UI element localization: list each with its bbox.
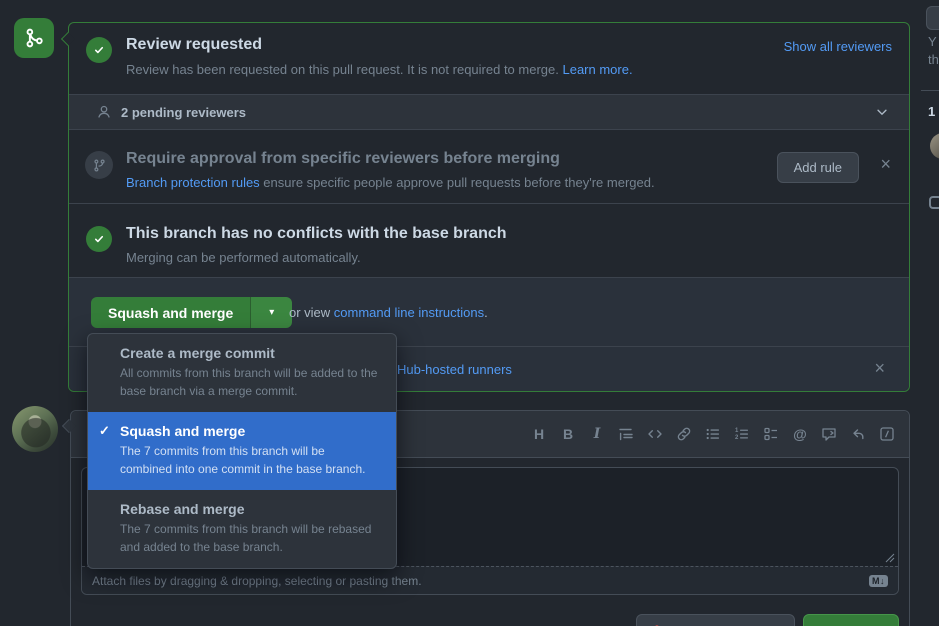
attach-files-row[interactable]: Attach files by dragging & dropping, sel… <box>82 566 898 594</box>
link-icon[interactable] <box>675 425 693 443</box>
mention-icon[interactable]: @ <box>791 425 809 443</box>
bold-icon[interactable]: B <box>559 425 577 443</box>
menu-item-description: The 7 commits from this branch will be r… <box>120 520 380 556</box>
menu-item-squash-and-merge[interactable]: ✓ Squash and merge The 7 commits from th… <box>88 412 396 490</box>
sidebar-fragment-count: 1 <box>928 104 935 119</box>
hosted-runners-link[interactable]: Hub-hosted runners <box>397 362 512 377</box>
check-icon: ✓ <box>99 423 110 439</box>
protection-title: Require approval from specific reviewers… <box>126 150 560 168</box>
caret-down-icon: ▾ <box>269 307 274 318</box>
comment-actions: Close pull request Comment <box>636 614 899 626</box>
menu-item-rebase-and-merge[interactable]: Rebase and merge The 7 commits from this… <box>88 490 396 568</box>
resize-handle[interactable] <box>885 553 895 563</box>
user-avatar[interactable] <box>12 406 58 452</box>
sidebar-divider <box>921 90 939 91</box>
command-line-hint: or view command line instructions. <box>289 305 488 320</box>
review-requested-title: Review requested <box>126 36 262 54</box>
heading-icon[interactable]: H <box>530 425 548 443</box>
command-line-instructions-link[interactable]: command line instructions <box>334 305 484 320</box>
review-requested-section: Review requested Review has been request… <box>69 23 909 94</box>
chevron-down-icon <box>875 105 889 119</box>
svg-text:2: 2 <box>735 435 739 441</box>
ordered-list-icon[interactable]: 12 <box>733 425 751 443</box>
sidebar-fragment-text-1: Y <box>928 34 937 49</box>
menu-item-title: Squash and merge <box>120 422 380 440</box>
sidebar-fragment-button[interactable] <box>926 6 939 30</box>
task-list-icon[interactable] <box>762 425 780 443</box>
slash-command-icon[interactable] <box>878 425 896 443</box>
code-icon[interactable] <box>646 425 664 443</box>
merge-split-button: Squash and merge ▾ <box>91 297 292 328</box>
markdown-supported-icon[interactable]: M↓ <box>869 575 888 587</box>
branch-protection-rules-link[interactable]: Branch protection rules <box>126 175 260 190</box>
protection-description-text: ensure specific people approve pull requ… <box>260 175 655 190</box>
attach-files-hint: Attach files by dragging & dropping, sel… <box>92 574 422 588</box>
squash-and-merge-button[interactable]: Squash and merge <box>91 297 250 328</box>
italic-icon[interactable]: I <box>588 425 606 443</box>
close-pull-request-button[interactable]: Close pull request <box>636 614 795 626</box>
or-view-text: or view <box>289 305 334 320</box>
unordered-list-icon[interactable] <box>704 425 722 443</box>
review-requested-description: Review has been requested on this pull r… <box>126 62 633 77</box>
pending-reviewers-label: 2 pending reviewers <box>121 105 246 120</box>
comment-button[interactable]: Comment <box>803 614 899 626</box>
menu-item-title: Create a merge commit <box>120 344 380 362</box>
merge-method-dropdown: Create a merge commit All commits from t… <box>87 333 397 569</box>
no-conflicts-title: This branch has no conflicts with the ba… <box>126 225 507 243</box>
review-description-text: Review has been requested on this pull r… <box>126 62 562 77</box>
period-text: . <box>484 305 488 320</box>
cross-reference-icon[interactable] <box>820 425 838 443</box>
person-icon <box>96 104 112 120</box>
sidebar-fragment-avatar[interactable] <box>930 133 939 159</box>
add-rule-button[interactable]: Add rule <box>777 152 859 183</box>
no-conflicts-section: This branch has no conflicts with the ba… <box>69 203 909 277</box>
learn-more-link[interactable]: Learn more. <box>562 62 632 77</box>
menu-item-title: Rebase and merge <box>120 500 380 518</box>
dismiss-runners-icon[interactable]: × <box>874 361 885 375</box>
reply-icon[interactable] <box>849 425 867 443</box>
pull-request-page: Review requested Review has been request… <box>0 0 939 626</box>
merge-options-caret-button[interactable]: ▾ <box>250 297 292 328</box>
git-branch-icon <box>85 151 113 179</box>
pending-reviewers-row[interactable]: 2 pending reviewers <box>69 94 909 130</box>
dismiss-protection-icon[interactable]: × <box>880 157 891 171</box>
check-circle-icon <box>86 37 112 63</box>
check-circle-icon <box>86 226 112 252</box>
protection-description: Branch protection rules ensure specific … <box>126 175 655 190</box>
menu-item-description: The 7 commits from this branch will be c… <box>120 442 380 478</box>
quote-icon[interactable] <box>617 425 635 443</box>
show-all-reviewers-link[interactable]: Show all reviewers <box>784 39 892 54</box>
no-conflicts-description: Merging can be performed automatically. <box>126 250 361 265</box>
git-merge-icon <box>14 18 54 58</box>
sidebar-fragment-icon <box>929 196 939 209</box>
menu-item-description: All commits from this branch will be add… <box>120 364 380 400</box>
branch-protection-section: Require approval from specific reviewers… <box>69 130 909 203</box>
sidebar-fragment-text-2: th <box>928 52 939 67</box>
menu-item-create-merge-commit[interactable]: Create a merge commit All commits from t… <box>88 334 396 412</box>
svg-text:1: 1 <box>735 428 739 434</box>
